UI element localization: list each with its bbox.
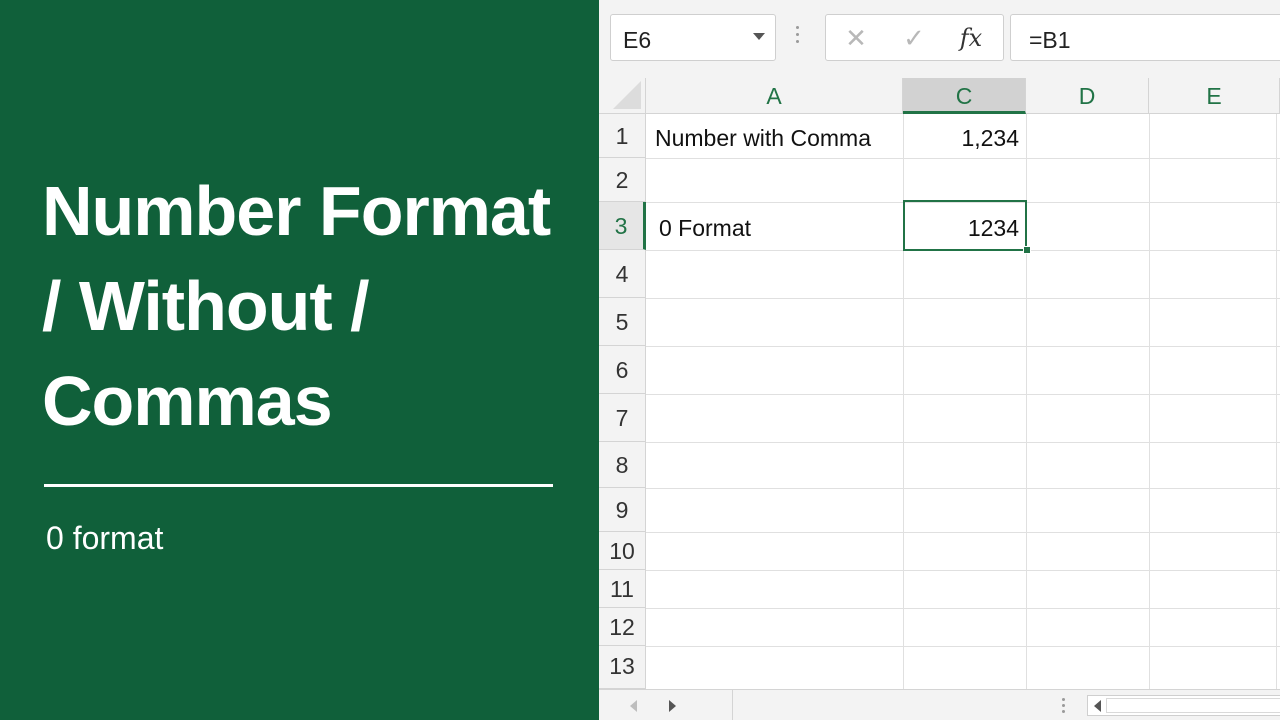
cell-grid[interactable]: A C D E 1 2 3 4 5 6 7 8 9 10 11 12 13 Nu… <box>599 78 1280 689</box>
column-header-c[interactable]: C <box>903 78 1026 114</box>
row-header-10[interactable]: 10 <box>599 532 646 570</box>
cell-a1[interactable]: Number with Comma <box>655 125 871 152</box>
page-subtitle: 0 format <box>46 520 164 556</box>
tab-bar-divider <box>732 690 733 720</box>
title-line-1: Number Format <box>42 172 551 250</box>
scroll-left-icon[interactable] <box>1094 700 1101 712</box>
column-header-e[interactable]: E <box>1149 78 1280 114</box>
column-divider <box>1149 114 1150 689</box>
formula-bar-value: =B1 <box>1029 27 1071 53</box>
scroll-tabs-right-icon[interactable] <box>669 700 676 712</box>
name-box-value: E6 <box>623 27 652 53</box>
chevron-down-icon[interactable] <box>753 33 765 40</box>
selected-cell-outline <box>903 200 1027 251</box>
cell-a3[interactable]: 0 Format <box>659 215 751 242</box>
row-header-12[interactable]: 12 <box>599 608 646 646</box>
row-divider <box>646 488 1280 489</box>
row-divider <box>646 570 1280 571</box>
row-divider <box>646 298 1280 299</box>
row-divider <box>646 158 1280 159</box>
row-header-1[interactable]: 1 <box>599 114 646 158</box>
spreadsheet-window: E6 ✕ ✓ fx =B1 A C D E 1 2 3 4 5 6 7 8 9 … <box>599 0 1280 720</box>
scroll-tabs-left-icon[interactable] <box>630 700 637 712</box>
row-divider <box>646 646 1280 647</box>
row-header-9[interactable]: 9 <box>599 488 646 532</box>
cancel-icon[interactable]: ✕ <box>839 23 873 53</box>
column-divider <box>1276 114 1277 689</box>
row-header-6[interactable]: 6 <box>599 346 646 394</box>
row-divider <box>646 442 1280 443</box>
select-all-button[interactable] <box>599 78 646 114</box>
page-title: Number Format / Without / Commas <box>42 164 587 449</box>
row-divider <box>646 608 1280 609</box>
row-header-11[interactable]: 11 <box>599 570 646 608</box>
column-header-a[interactable]: A <box>646 78 903 114</box>
row-header-3[interactable]: 3 <box>599 202 646 250</box>
column-header-d[interactable]: D <box>1026 78 1149 114</box>
row-header-4[interactable]: 4 <box>599 250 646 298</box>
sheet-tab-bar <box>599 689 1280 720</box>
formula-buttons: ✕ ✓ fx <box>825 14 1004 61</box>
row-header-5[interactable]: 5 <box>599 298 646 346</box>
horizontal-scrollbar[interactable] <box>1087 695 1280 716</box>
title-divider <box>44 484 553 487</box>
row-divider <box>646 394 1280 395</box>
title-line-2: / Without / <box>42 267 370 345</box>
title-panel: Number Format / Without / Commas 0 forma… <box>0 0 599 720</box>
formula-bar[interactable]: =B1 <box>1010 14 1280 61</box>
cell-c1[interactable]: 1,234 <box>909 125 1019 152</box>
scrollbar-thumb[interactable] <box>1106 698 1280 713</box>
row-header-2[interactable]: 2 <box>599 158 646 202</box>
row-header-8[interactable]: 8 <box>599 442 646 488</box>
tab-bar-resize-handle[interactable] <box>1062 698 1066 714</box>
title-line-3: Commas <box>42 362 333 440</box>
row-divider <box>646 532 1280 533</box>
fill-handle[interactable] <box>1023 246 1031 254</box>
name-box[interactable]: E6 <box>610 14 776 61</box>
row-header-7[interactable]: 7 <box>599 394 646 442</box>
formula-bar-resize-handle[interactable] <box>796 26 800 48</box>
enter-icon[interactable]: ✓ <box>897 23 931 53</box>
insert-function-icon[interactable]: fx <box>954 23 988 53</box>
row-divider <box>646 346 1280 347</box>
row-header-13[interactable]: 13 <box>599 646 646 689</box>
